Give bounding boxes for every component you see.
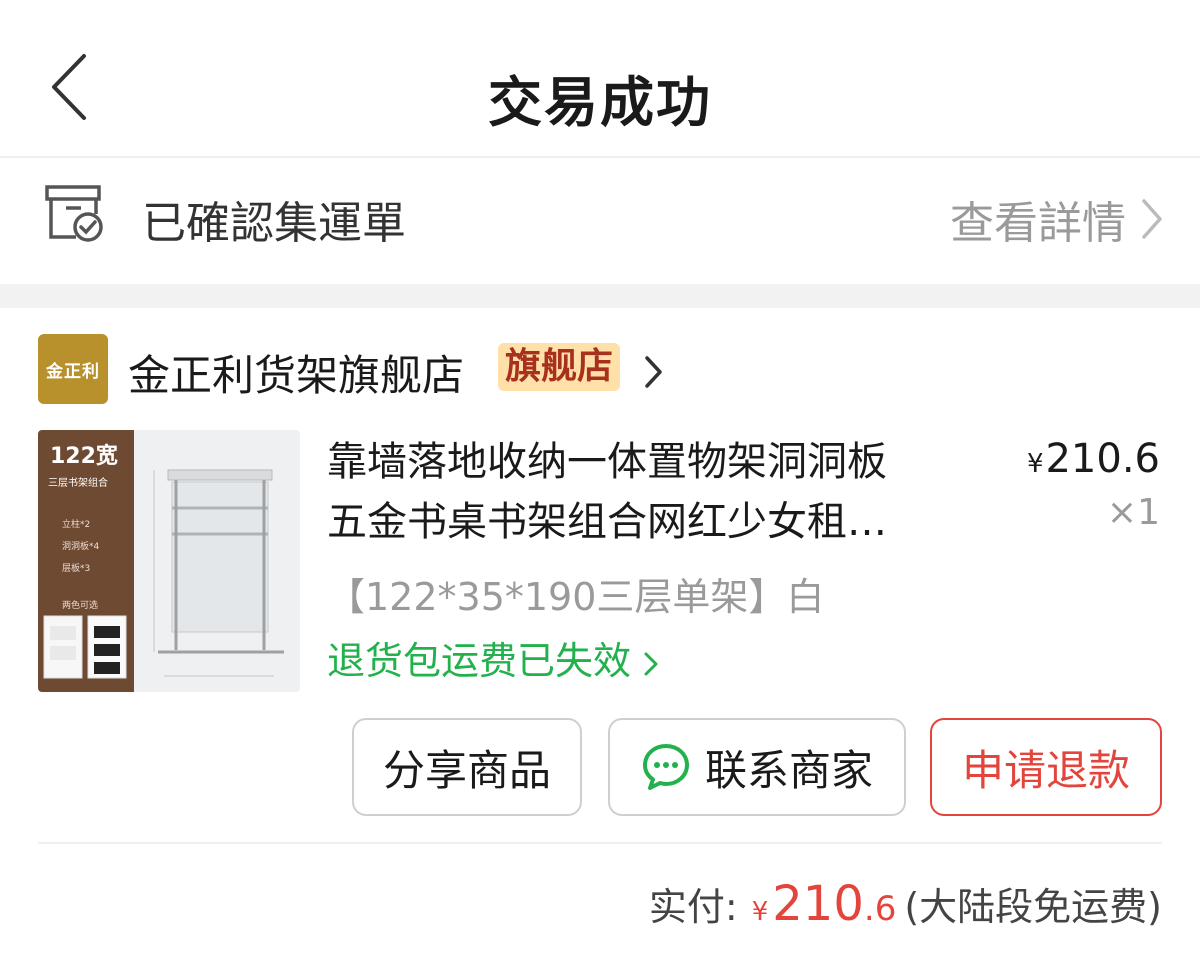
logistics-status: 已確認集運單	[142, 198, 406, 249]
thumb-parts: 立柱*2 洞洞板*4 层板*3	[62, 514, 99, 580]
chevron-right-icon	[645, 356, 662, 388]
thumb-size-label: 122宽	[50, 444, 118, 469]
share-product-button[interactable]: 分享商品	[352, 718, 582, 816]
amount-decimal: .6	[863, 889, 897, 929]
chat-bubble-icon	[642, 744, 689, 790]
top-bar: 交易成功	[0, 0, 1200, 158]
thumb-subtitle: 三层书架组合	[48, 478, 108, 489]
chevron-right-icon	[644, 652, 658, 675]
view-details-label: 查看詳情	[950, 198, 1126, 249]
price-value: 210.6	[1045, 436, 1160, 482]
amount-paid: 实付: ¥ 210 .6 (大陆段免运费)	[649, 876, 1162, 932]
shop-logo[interactable]: 金正利	[38, 334, 108, 404]
flagship-badge: 旗舰店	[498, 343, 621, 391]
thumb-colors-label: 两色可选	[62, 601, 99, 611]
quantity: ×1	[1106, 492, 1160, 533]
price-currency: ¥	[1026, 449, 1044, 479]
freight-insurance-label: 退货包运费已失效	[327, 639, 632, 683]
amount-paid-label: 实付:	[648, 885, 738, 929]
freight-insurance-link[interactable]: 退货包运费已失效	[327, 630, 659, 685]
thumb-part: 洞洞板*4	[62, 542, 100, 552]
page-title: 交易成功	[488, 71, 712, 134]
contact-seller-button[interactable]: 联系商家	[608, 718, 906, 816]
shipping-note: (大陆段免运费)	[904, 885, 1162, 929]
thumb-part: 立柱*2	[62, 520, 91, 530]
product-title-line: 靠墙落地收纳一体置物架洞洞板	[327, 439, 887, 485]
request-refund-label: 申请退款	[961, 745, 1130, 795]
color-swatches-image	[43, 615, 127, 679]
sku-spec: 【122*35*190三层单架】白	[327, 575, 825, 619]
chevron-right-icon	[1142, 199, 1162, 239]
request-refund-button[interactable]: 申请退款	[930, 718, 1162, 816]
shop-name[interactable]: 金正利货架旗舰店	[128, 342, 464, 403]
shop-arrow[interactable]	[644, 354, 664, 394]
thumb-spec-panel: 122宽 三层书架组合 立柱*2 洞洞板*4 层板*3 两色可选	[38, 430, 134, 692]
product-title-line: 五金书桌书架组合网红少女租…	[327, 499, 887, 545]
view-details-link[interactable]: 查看詳情	[950, 187, 1164, 251]
shipment-box-icon	[44, 184, 106, 246]
section-gap	[0, 284, 1200, 308]
product-thumbnail[interactable]: 122宽 三层书架组合 立柱*2 洞洞板*4 层板*3 两色可选	[38, 430, 300, 692]
amount-currency: ¥	[751, 897, 769, 927]
unit-price: ¥210.6	[1027, 436, 1160, 482]
contact-seller-label: 联系商家	[704, 745, 873, 795]
shelf-diagram-image	[153, 469, 284, 677]
product-title[interactable]: 靠墙落地收纳一体置物架洞洞板 五金书桌书架组合网红少女租…	[327, 432, 967, 552]
divider	[38, 842, 1162, 844]
amount-integer: 210	[772, 876, 864, 932]
share-product-label: 分享商品	[382, 745, 551, 795]
thumb-part: 层板*3	[62, 564, 91, 574]
